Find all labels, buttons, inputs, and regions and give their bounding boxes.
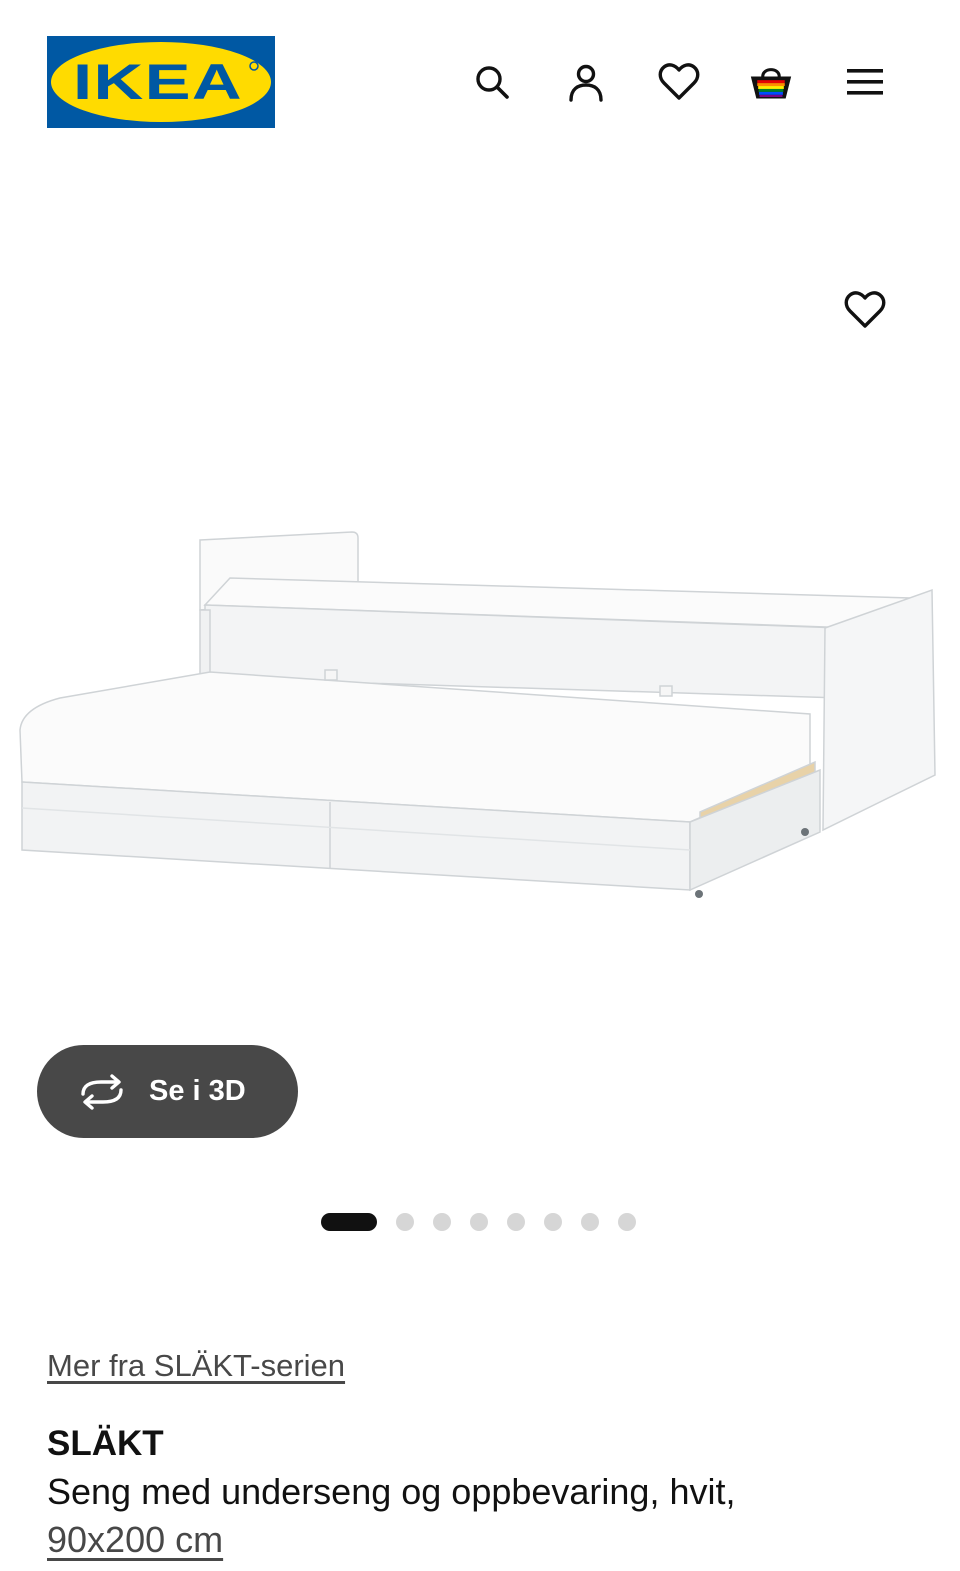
heart-icon — [658, 63, 700, 100]
view-in-3d-label: Se i 3D — [149, 1075, 246, 1107]
view-in-3d-button[interactable]: Se i 3D — [37, 1045, 298, 1138]
product-description-text: Seng med underseng og oppbevaring, hvit, — [47, 1471, 736, 1512]
search-button[interactable] — [470, 60, 514, 104]
svg-text:IKEA: IKEA — [73, 54, 243, 110]
heart-icon — [844, 291, 886, 328]
account-button[interactable] — [564, 60, 608, 104]
pagination-dot[interactable] — [581, 1213, 599, 1231]
image-pagination — [321, 1213, 655, 1231]
ikea-logo[interactable]: IKEA — [47, 36, 275, 128]
pagination-dot[interactable] — [396, 1213, 414, 1231]
pagination-dot-active[interactable] — [321, 1213, 377, 1231]
menu-icon — [847, 69, 883, 95]
product-gallery[interactable]: Se i 3D — [0, 160, 960, 1260]
cart-button[interactable] — [749, 60, 793, 104]
save-to-favorites-button[interactable] — [843, 288, 887, 332]
pagination-dot[interactable] — [470, 1213, 488, 1231]
favorites-button[interactable] — [657, 60, 701, 104]
rotate-3d-icon — [77, 1073, 127, 1110]
pagination-dot[interactable] — [507, 1213, 525, 1231]
product-name: SLÄKT — [47, 1424, 164, 1463]
ikea-logo-graphic: IKEA — [47, 36, 275, 128]
header: IKEA — [0, 0, 960, 160]
product-size-link[interactable]: 90x200 cm — [47, 1519, 223, 1560]
series-link[interactable]: Mer fra SLÄKT-serien — [47, 1348, 345, 1384]
pagination-dot[interactable] — [544, 1213, 562, 1231]
user-icon — [569, 64, 603, 102]
product-description: Seng med underseng og oppbevaring, hvit,… — [47, 1468, 927, 1564]
product-image — [19, 531, 936, 898]
cart-icon — [750, 68, 792, 99]
search-icon — [476, 66, 509, 99]
menu-button[interactable] — [843, 60, 887, 104]
pagination-dot[interactable] — [618, 1213, 636, 1231]
pagination-dot[interactable] — [433, 1213, 451, 1231]
